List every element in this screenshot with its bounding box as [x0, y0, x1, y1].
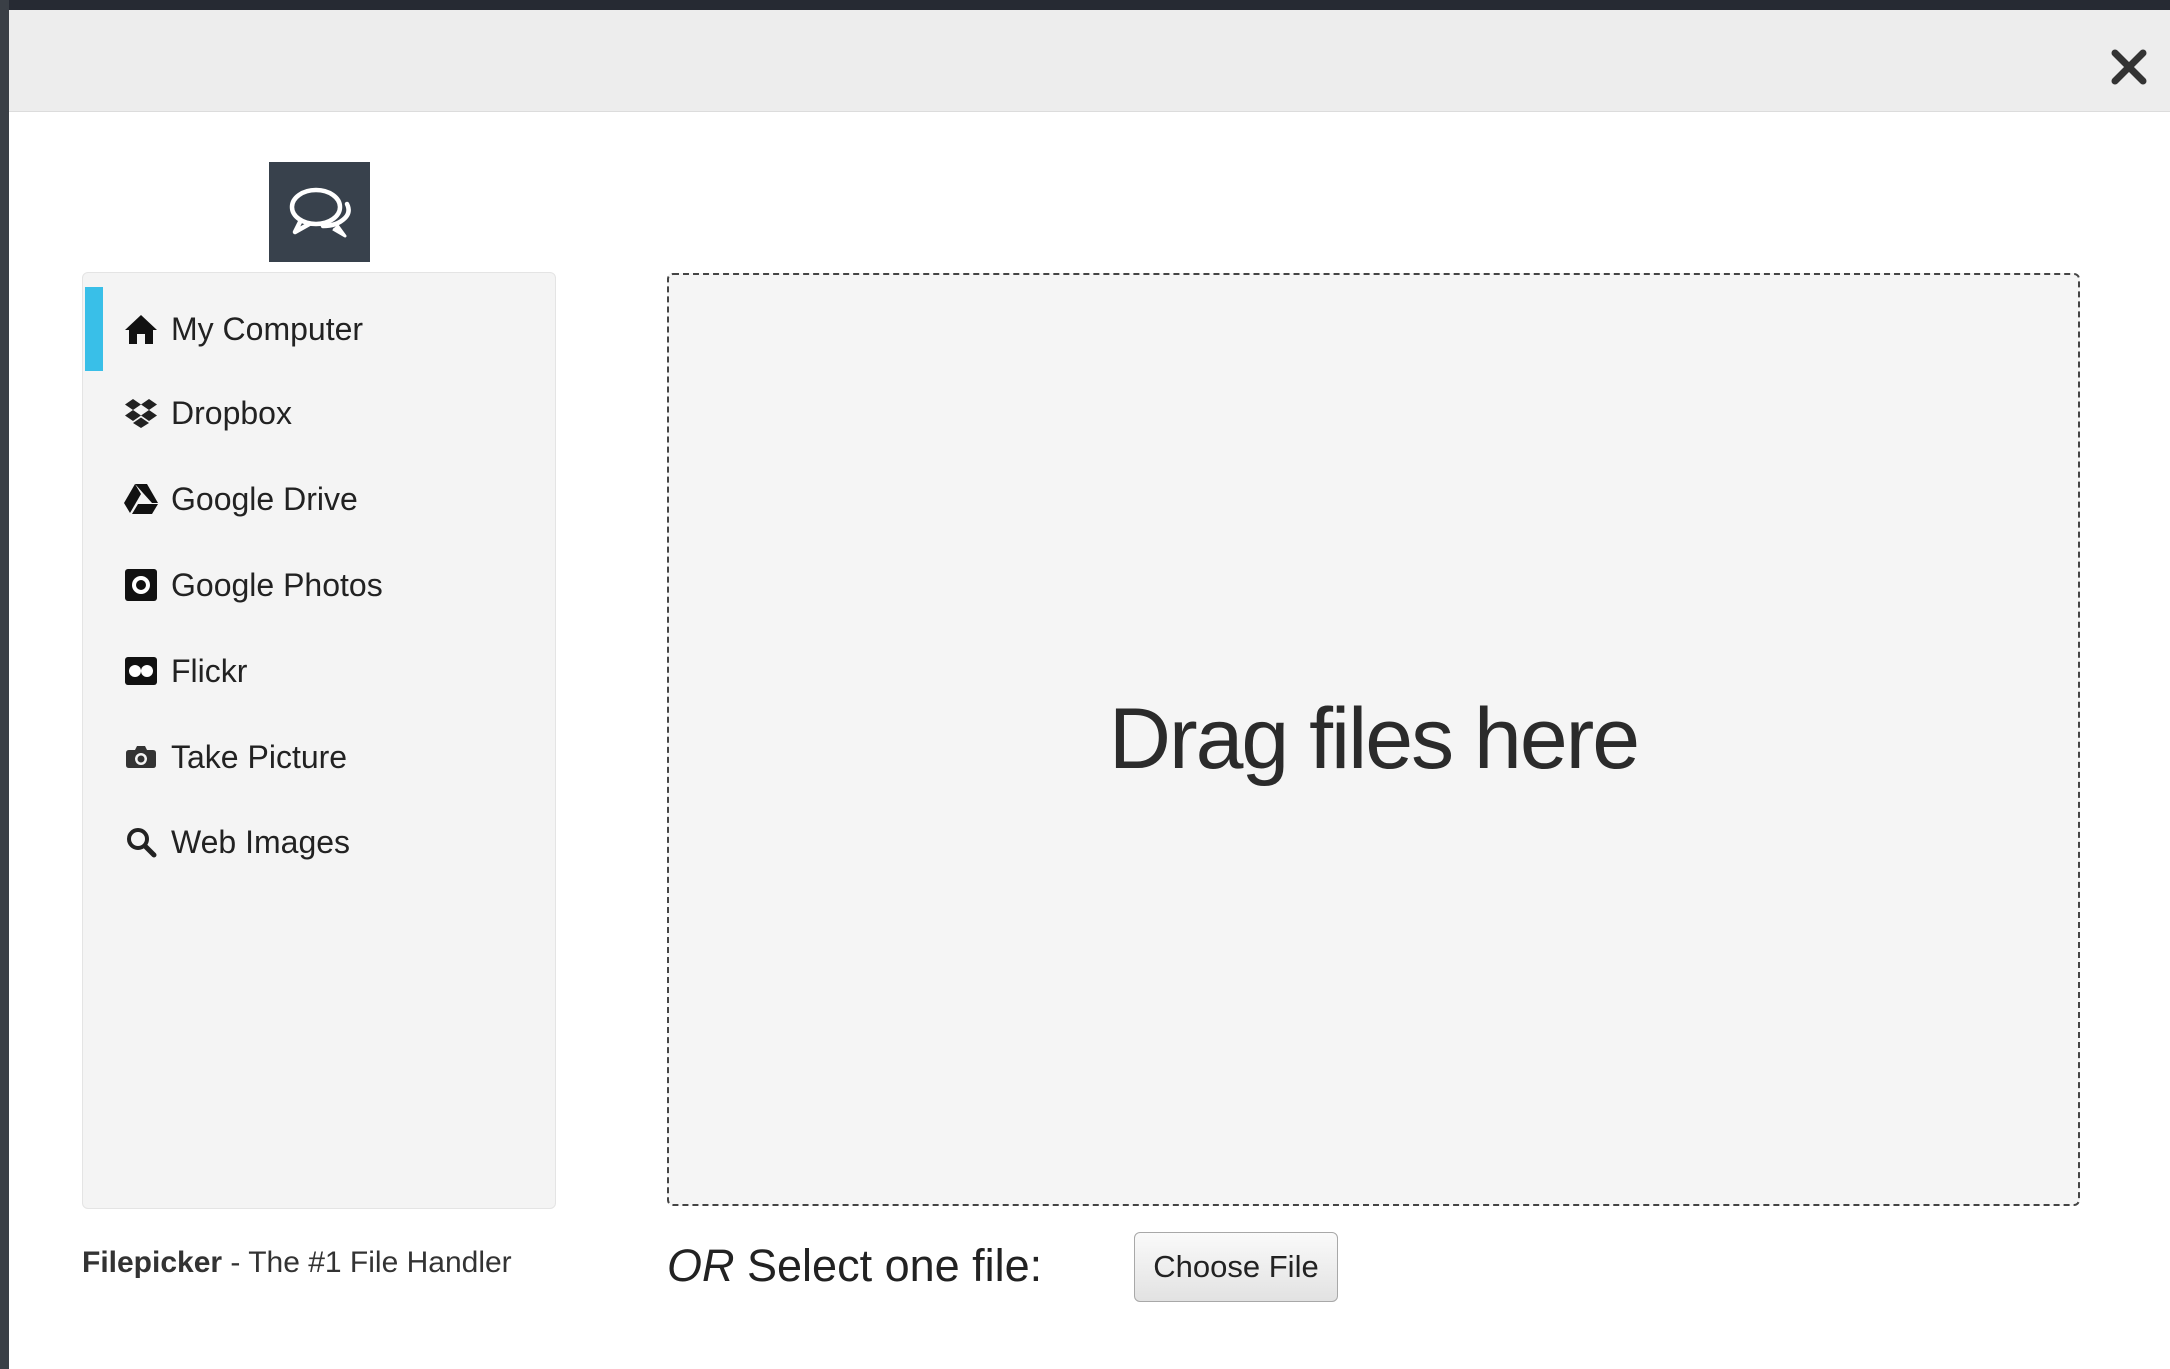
- sidebar-item-label: Flickr: [171, 652, 248, 689]
- filepicker-page: My Computer Dropbox Google Drive Google …: [0, 0, 2170, 1369]
- sidebar-item-flickr[interactable]: Flickr: [83, 629, 555, 713]
- sidebar-item-take-picture[interactable]: Take Picture: [83, 715, 555, 799]
- or-text: OR: [667, 1240, 735, 1291]
- sidebar-item-label: Google Photos: [171, 566, 383, 603]
- search-icon: [121, 822, 161, 862]
- close-icon: [2111, 49, 2147, 85]
- home-icon: [121, 309, 161, 349]
- app-logo: [269, 162, 370, 262]
- sidebar-item-label: Take Picture: [171, 738, 348, 775]
- camera-icon: [121, 737, 161, 777]
- sidebar-item-web-images[interactable]: Web Images: [83, 800, 555, 884]
- sidebar-item-my-computer[interactable]: My Computer: [83, 287, 555, 371]
- dropzone-label: Drag files here: [1108, 691, 1640, 787]
- sidebar-item-google-photos[interactable]: Google Photos: [83, 543, 555, 627]
- sidebar-item-label: Google Drive: [171, 480, 358, 517]
- footer-branding: Filepicker - The #1 File Handler: [82, 1246, 512, 1280]
- brand-tagline: - The #1 File Handler: [222, 1246, 512, 1279]
- select-file-label: OR Select one file:: [667, 1240, 1042, 1292]
- chat-bubbles-icon: [289, 187, 351, 238]
- top-edge: [0, 0, 2170, 10]
- dropbox-icon: [121, 393, 161, 433]
- source-sidebar: My Computer Dropbox Google Drive Google …: [82, 272, 556, 1209]
- brand-name: Filepicker: [82, 1246, 223, 1279]
- google-photos-icon: [121, 565, 161, 605]
- select-label-text: Select one file:: [734, 1240, 1043, 1291]
- google-drive-icon: [121, 479, 161, 519]
- file-dropzone[interactable]: Drag files here: [667, 273, 2080, 1206]
- left-edge: [0, 0, 9, 1369]
- close-button[interactable]: [2102, 40, 2156, 94]
- modal-header: [9, 10, 2170, 112]
- sidebar-item-dropbox[interactable]: Dropbox: [83, 371, 555, 455]
- choose-file-button[interactable]: Choose File: [1134, 1232, 1338, 1302]
- sidebar-item-google-drive[interactable]: Google Drive: [83, 457, 555, 541]
- sidebar-item-label: Web Images: [171, 823, 351, 860]
- flickr-icon: [121, 651, 161, 691]
- sidebar-item-label: Dropbox: [171, 394, 292, 431]
- sidebar-item-label: My Computer: [171, 310, 364, 347]
